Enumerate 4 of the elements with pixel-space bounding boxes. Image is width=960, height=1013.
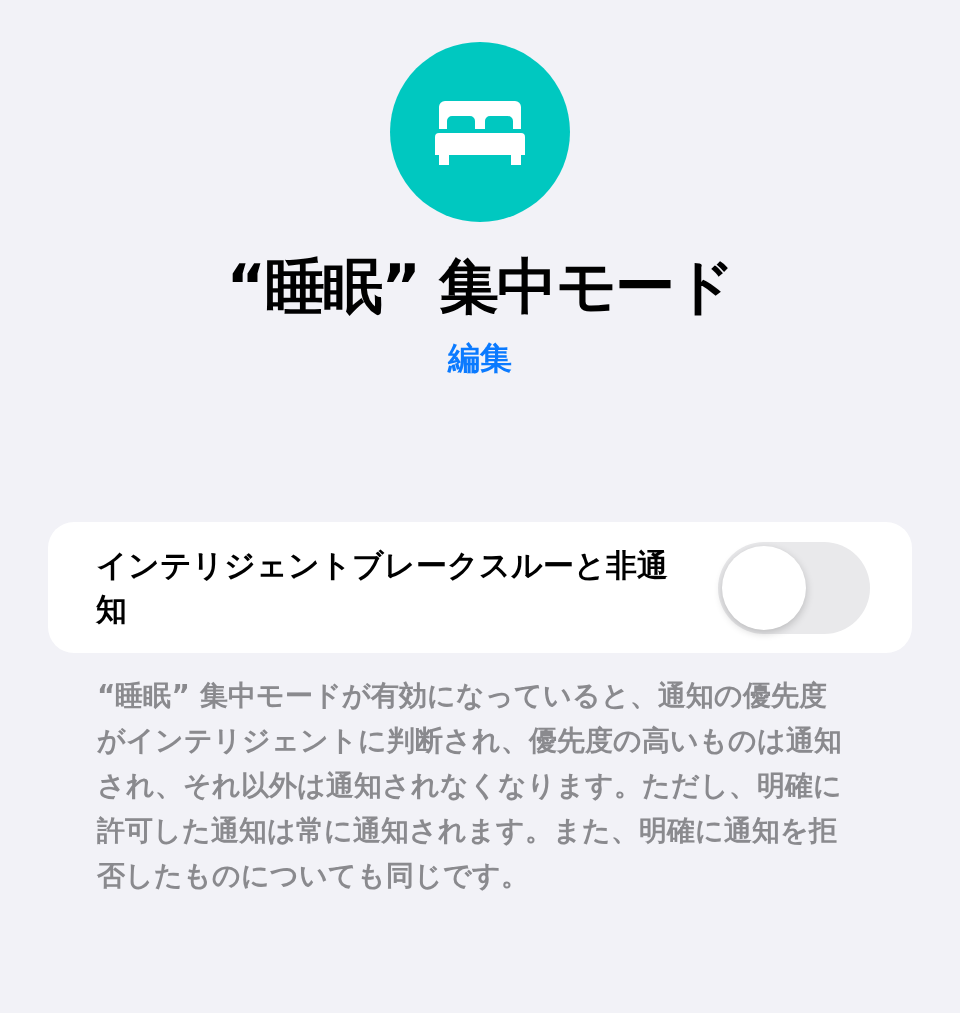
focus-mode-title: “睡眠” 集中モード xyxy=(226,256,734,316)
setting-label: インテリジェントブレークスルーと非通知 xyxy=(96,546,669,629)
edit-link[interactable]: 編集 xyxy=(448,342,512,374)
footer-description: “睡眠” 集中モードが有効になっていると、通知の優先度がインテリジェントに判断され、優先度の高いものは通知され、それ以外は通知されなくなります。ただし、明確に許可した通知は常に通知されます。また、明確に通知を拒否したものについても同じです。 xyxy=(97,678,843,894)
